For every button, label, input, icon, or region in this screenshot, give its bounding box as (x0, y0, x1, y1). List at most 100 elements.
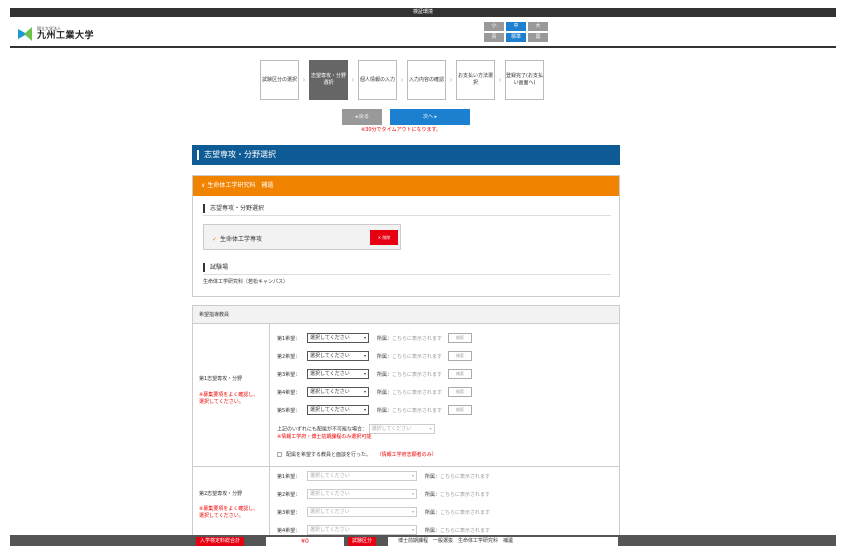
university-logo[interactable]: 国立大学法人 九州工業大学 (18, 26, 94, 41)
advisor-select[interactable]: 選択してください ▾ (307, 351, 369, 361)
site-header: 国立大学法人 九州工業大学 小中大 青標準黒 (10, 17, 836, 48)
chevron-down-icon: ▾ (363, 335, 366, 340)
fallback-select[interactable]: 選択してください ▾ (368, 424, 435, 434)
chevron-down-icon: ▾ (411, 527, 414, 532)
color-standard-button[interactable]: 標準 (506, 33, 526, 42)
font-medium-button[interactable]: 中 (506, 22, 526, 31)
chevron-right-icon: › (400, 76, 404, 84)
affiliation-display: 所属：こちらに表示されます (425, 473, 491, 480)
course-name: 生命体工学専攻 (220, 236, 263, 243)
fallback-note: ※情報工学府・博士前期課程のみ選択可能 (277, 434, 372, 440)
step-personal-info: 個人情報の入力 (358, 60, 397, 100)
check-icon: ✓ (212, 236, 218, 243)
page-title: 志望専攻・分野選択 (192, 145, 620, 165)
second-pref-3-row: 第3希望： 選択してください ▾ 所属：こちらに表示されます (277, 506, 490, 518)
back-button-label: 戻る (359, 114, 370, 120)
fee-label: 入学検定料総合計 (196, 537, 245, 546)
affiliation-display: 所属：こちらに表示されます (377, 407, 443, 414)
next-button-label: 次へ (422, 114, 433, 120)
chevron-down-icon: ▾ (363, 389, 366, 394)
consultation-checkbox-row[interactable]: 配属を希望する教員と面談を行った。 （情報工学府志願者のみ） (277, 451, 437, 458)
pref-label: 第4希望： (277, 389, 301, 396)
divider (203, 274, 611, 275)
step-payment-method: お支払い方法選択 (456, 60, 495, 100)
advisor-select[interactable]: 選択してください ▾ (307, 369, 369, 379)
chevron-right-icon: › (351, 76, 355, 84)
font-small-button[interactable]: 小 (484, 22, 504, 31)
advisor-select[interactable]: 選択してください ▾ (307, 405, 369, 415)
step-complete: 登録完了(お支払い画面へ) (505, 60, 544, 100)
chevron-down-icon: ▾ (429, 426, 432, 431)
step-confirm: 入力内容の確認 (407, 60, 446, 100)
environment-bar: 検証環境 (10, 8, 836, 17)
first-pref-3-row: 第3希望： 選択してください ▾ 所属：こちらに表示されます 検索 (277, 368, 473, 380)
chevron-down-icon: ▾ (411, 491, 414, 496)
exam-section-heading: 試験場 (203, 263, 228, 272)
summary-footer: 入学検定料総合計 ¥0 試験区分 博士前期課程 一般選抜 生命体工学研究科 補遺 (10, 535, 836, 546)
font-large-button[interactable]: 大 (528, 22, 548, 31)
first-pref-2-row: 第2希望： 選択してください ▾ 所属：こちらに表示されます 検索 (277, 350, 473, 362)
display-settings: 小中大 青標準黒 (484, 22, 554, 44)
pref-label: 第3希望： (277, 509, 301, 516)
logo-name: 九州工業大学 (37, 31, 95, 41)
timeout-notice: ※30分でタイムアウトになります。 (361, 127, 441, 133)
next-button[interactable]: 次へ ▸ (390, 109, 470, 125)
second-pref-2-row: 第2希望： 選択してください ▾ 所属：こちらに表示されます (277, 488, 490, 500)
affiliation-display: 所属：こちらに表示されます (377, 371, 443, 378)
affiliation-display: 所属：こちらに表示されます (425, 491, 491, 498)
exam-location: 生命体工学研究科（若松キャンパス） (203, 279, 289, 285)
advisor-select[interactable]: 選択してください ▾ (307, 525, 417, 535)
pref-label: 第5希望： (277, 407, 301, 414)
search-button[interactable]: 検索 (448, 387, 473, 397)
back-button[interactable]: ◂ 戻る (342, 109, 382, 125)
advisor-select[interactable]: 選択してください ▾ (307, 333, 369, 343)
chevron-down-icon: ▾ (411, 509, 414, 514)
advisor-select[interactable]: 選択してください ▾ (307, 387, 369, 397)
consultation-checkbox[interactable] (277, 452, 282, 457)
first-pref-1-row: 第1希望： 選択してください ▾ 所属：こちらに表示されます 検索 (277, 332, 473, 344)
step-select-exam: 試験区分の選択 (260, 60, 299, 100)
step-select-course: 志望専攻・分野選択 (309, 60, 348, 100)
pref-label: 第2希望： (277, 353, 301, 360)
search-button[interactable]: 検索 (448, 333, 473, 343)
search-button[interactable]: 検索 (448, 351, 473, 361)
affiliation-display: 所属：こちらに表示されます (377, 335, 443, 342)
chevron-down-icon: ▾ (363, 371, 366, 376)
chevron-down-icon: ▾ (363, 407, 366, 412)
consultation-note: （情報工学府志願者のみ） (376, 452, 437, 458)
chevron-right-icon: › (302, 76, 306, 84)
second-pref-1-row: 第1希望： 選択してください ▾ 所属：こちらに表示されます (277, 470, 490, 482)
chevron-right-icon: › (449, 76, 453, 84)
first-pref-4-row: 第4希望： 選択してください ▾ 所属：こちらに表示されます 検索 (277, 386, 473, 398)
school-panel-header[interactable]: ∨ 生命体工学研究科 補遺 (193, 176, 619, 196)
advisor-select[interactable]: 選択してください ▾ (307, 471, 417, 481)
advisor-wish-panel: 希望指導教員 第1志望専攻・分野 ※募集要項をよく確認し、選択してください。 第… (192, 305, 620, 546)
search-button[interactable]: 検索 (448, 405, 473, 415)
chevron-down-icon: ▾ (411, 473, 414, 478)
exam-type-value: 博士前期課程 一般選抜 生命体工学研究科 補遺 (388, 537, 618, 546)
delete-course-button[interactable]: ✕ 削除 (370, 230, 398, 245)
pref-label: 第1希望： (277, 473, 301, 480)
chevron-down-icon: ▾ (363, 353, 366, 358)
pref-label: 第4希望： (277, 527, 301, 534)
search-button[interactable]: 検索 (448, 369, 473, 379)
affiliation-display: 所属：こちらに表示されます (377, 353, 443, 360)
first-choice-note: ※募集要項をよく確認し、選択してください。 (199, 392, 259, 405)
school-name: 生命体工学研究科 補遺 (207, 182, 274, 189)
affiliation-display: 所属：こちらに表示されます (425, 527, 491, 534)
color-blue-button[interactable]: 青 (484, 33, 504, 42)
progress-steps: 試験区分の選択 › 志望専攻・分野選択 › 個人情報の入力 › 入力内容の確認 … (260, 60, 544, 100)
row-divider (193, 466, 619, 467)
second-choice-label: 第2志望専攻・分野 (199, 491, 243, 497)
consultation-label: 配属を希望する教員と面談を行った。 (286, 452, 372, 458)
pref-label: 第1希望： (277, 335, 301, 342)
pref-label: 第2希望： (277, 491, 301, 498)
logo-mark-icon (18, 26, 34, 41)
affiliation-display: 所属：こちらに表示されます (377, 389, 443, 396)
selected-course: ✓ 生命体工学専攻 (212, 234, 262, 243)
pref-label: 第3希望： (277, 371, 301, 378)
advisor-select[interactable]: 選択してください ▾ (307, 507, 417, 517)
advisor-select[interactable]: 選択してください ▾ (307, 489, 417, 499)
color-black-button[interactable]: 黒 (528, 33, 548, 42)
affiliation-display: 所属：こちらに表示されます (425, 509, 491, 516)
